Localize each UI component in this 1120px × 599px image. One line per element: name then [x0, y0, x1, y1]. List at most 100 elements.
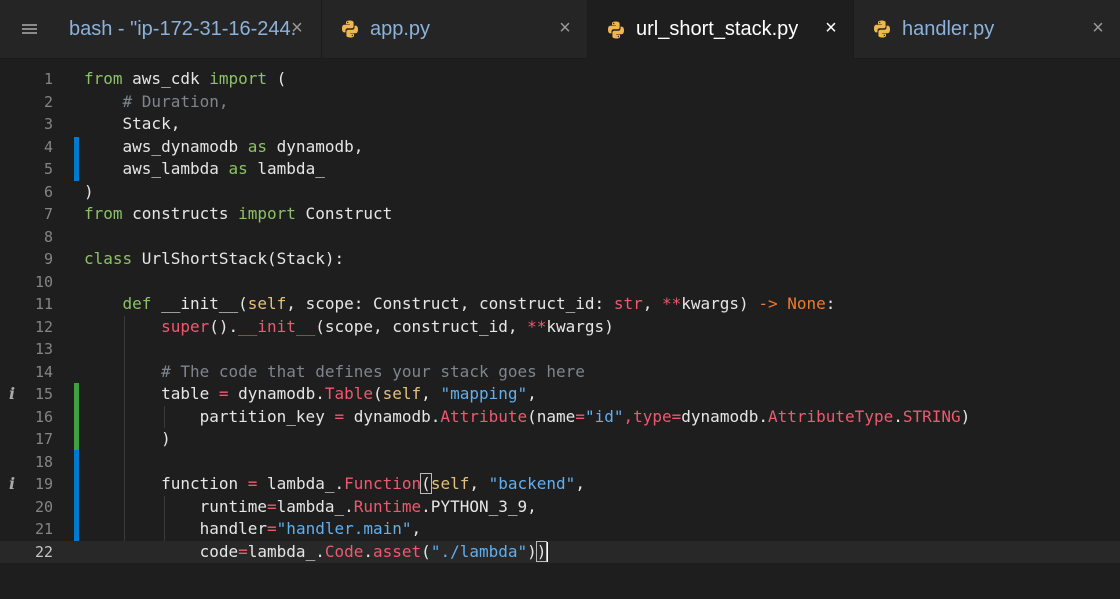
- code-token: import: [209, 69, 268, 88]
- close-icon[interactable]: ×: [555, 18, 575, 38]
- tab-bar: bash - "ip-172-31-16-244. × app.py × url…: [0, 0, 1120, 59]
- line-number: 11: [34, 295, 53, 313]
- tab-handler-py[interactable]: handler.py ×: [854, 0, 1120, 58]
- code-line: 2 # Duration,: [0, 91, 1120, 114]
- code-line: 7 from constructs import Construct: [0, 203, 1120, 226]
- code-token: constructs: [122, 204, 239, 223]
- bracket-match: ): [535, 540, 548, 562]
- code-token: from: [84, 204, 123, 223]
- code-token: ): [84, 181, 94, 201]
- close-icon[interactable]: ×: [1088, 18, 1108, 38]
- code-token: Attribute: [440, 406, 528, 426]
- code-token: .: [363, 541, 373, 561]
- code-token: (: [421, 541, 431, 561]
- code-token: __init__(: [151, 294, 248, 313]
- code-token: Stack,: [84, 114, 181, 133]
- code-string: "./lambda": [430, 541, 528, 561]
- code-line: 5 aws_lambda as lambda_: [0, 158, 1120, 181]
- code-token: .: [893, 406, 903, 426]
- close-icon[interactable]: ×: [287, 18, 307, 38]
- code-token: asset: [373, 541, 422, 561]
- code-token: from: [84, 69, 123, 88]
- code-token: self: [247, 294, 287, 313]
- code-line: 4 aws_dynamodb as dynamodb,: [0, 136, 1120, 159]
- code-string: "backend": [488, 474, 576, 493]
- code-token: UrlShortStack(Stack):: [132, 249, 345, 268]
- code-token: **: [661, 294, 682, 313]
- code-token: __init__: [238, 316, 316, 336]
- line-number: 2: [43, 92, 53, 111]
- bracket-match: (: [420, 473, 432, 494]
- code-token: (scope, construct_id,: [315, 316, 528, 336]
- code-token: None: [787, 294, 826, 313]
- tab-label: app.py: [370, 17, 431, 40]
- line-number: 15: [34, 385, 53, 403]
- code-token: =: [575, 406, 585, 426]
- code-line: 3 Stack,: [0, 113, 1120, 136]
- code-token: str: [613, 294, 643, 313]
- line-number: 10: [34, 272, 53, 291]
- code-token: =: [267, 496, 277, 516]
- tab-label: handler.py: [902, 17, 995, 40]
- code-token: Construct: [295, 204, 393, 223]
- code-token: handler: [84, 519, 268, 538]
- code-token: .PYTHON_3_9,: [421, 496, 537, 516]
- code-line: i 15 table = dynamodb.Table(self, "mappi…: [0, 383, 1120, 406]
- code-token: def: [122, 294, 152, 313]
- code-comment: # The code that defines your stack goes …: [161, 361, 585, 381]
- tab-bash[interactable]: bash - "ip-172-31-16-244. ×: [58, 0, 322, 58]
- code-token: super: [161, 316, 210, 336]
- code-token: ().: [209, 316, 239, 336]
- python-icon: [874, 20, 890, 38]
- code-token: (: [373, 384, 383, 403]
- line-number: 3: [43, 115, 53, 133]
- code-token: aws_cdk: [122, 69, 210, 88]
- line-number: 17: [34, 430, 53, 448]
- code-token: Runtime: [353, 496, 422, 516]
- code-token: ,type: [623, 406, 672, 426]
- code-token: AttributeType: [767, 406, 894, 426]
- code-token: lambda_: [247, 159, 325, 178]
- code-editor[interactable]: 1 from aws_cdk import ( 2 # Duration, 3 …: [0, 59, 1120, 599]
- code-token: dynamodb.: [344, 406, 441, 426]
- code-line: 20 runtime=lambda_.Runtime.PYTHON_3_9,: [0, 496, 1120, 519]
- code-token: ,: [421, 384, 441, 403]
- code-token: aws_dynamodb: [84, 136, 248, 156]
- line-number: 7: [43, 205, 53, 223]
- code-token: class: [84, 249, 133, 268]
- code-token: =: [334, 406, 345, 426]
- tab-app-py[interactable]: app.py ×: [322, 0, 588, 58]
- code-token: STRING: [902, 406, 961, 426]
- code-token: as: [228, 159, 248, 178]
- code-token: =: [238, 541, 248, 561]
- code-line: 8: [0, 226, 1120, 249]
- code-token: ,: [527, 384, 537, 403]
- close-icon[interactable]: ×: [821, 18, 841, 38]
- code-line: 12 super().__init__(scope, construct_id,…: [0, 316, 1120, 339]
- line-number: 13: [34, 340, 53, 358]
- code-line: 10: [0, 271, 1120, 294]
- code-token: ): [960, 406, 971, 426]
- tab-url-short-stack-py[interactable]: url_short_stack.py ×: [588, 0, 854, 59]
- hamburger-menu-icon[interactable]: [0, 0, 58, 58]
- code-token: code: [84, 541, 239, 561]
- code-line: 14 # The code that defines your stack go…: [0, 361, 1120, 384]
- code-token: runtime: [84, 496, 268, 516]
- code-token: self: [382, 384, 422, 403]
- code-token: kwargs): [546, 316, 614, 336]
- code-token: as: [247, 136, 268, 156]
- line-number: 18: [34, 452, 53, 471]
- code-token: ,: [575, 474, 585, 493]
- line-number: 20: [34, 497, 53, 516]
- code-token: , scope: Construct, construct_id:: [286, 294, 614, 313]
- code-token: function: [84, 474, 248, 493]
- code-token: lambda_.: [247, 541, 325, 561]
- line-number: 4: [43, 137, 53, 156]
- code-comment: # Duration,: [122, 91, 229, 111]
- python-icon: [342, 20, 358, 38]
- code-token: ->: [758, 294, 778, 313]
- code-line: 11 def __init__(self, scope: Construct, …: [0, 293, 1120, 316]
